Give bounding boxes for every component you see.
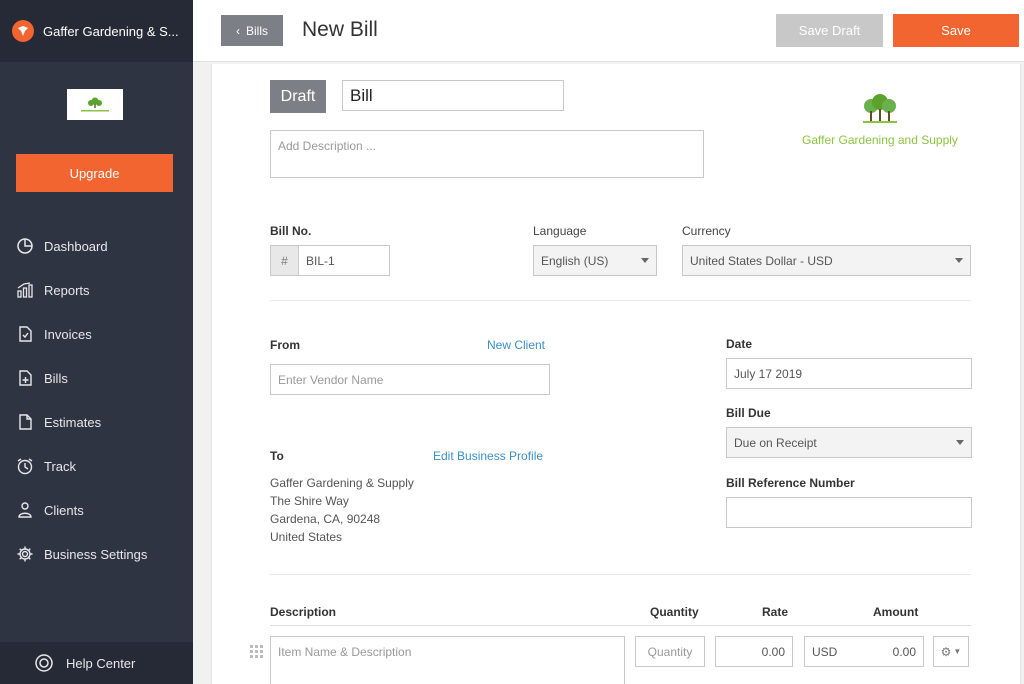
sidebar-item-bills[interactable]: Bills <box>0 356 193 400</box>
sidebar-item-label: Business Settings <box>44 546 148 562</box>
currency-label: Currency <box>682 224 731 238</box>
business-logo-thumbnail[interactable] <box>67 89 123 120</box>
date-label: Date <box>726 337 753 351</box>
sidebar-item-track[interactable]: Track <box>0 444 193 488</box>
reports-icon <box>17 282 33 298</box>
caret-down-icon: ▼ <box>953 647 962 656</box>
chevron-left-icon: ‹ <box>235 23 240 38</box>
sidebar-item-invoices[interactable]: Invoices <box>0 312 193 356</box>
bill-due-value: Due on Receipt <box>734 435 817 450</box>
sidebar-item-reports[interactable]: Reports <box>0 268 193 312</box>
topbar: ‹ Bills New Bill Save Draft Save <box>193 0 1024 62</box>
sidebar-item-label: Track <box>44 458 77 474</box>
address-line: Gaffer Gardening & Supply <box>270 476 414 490</box>
save-draft-button[interactable]: Save Draft <box>776 14 883 47</box>
status-badge: Draft <box>270 80 326 113</box>
address-line: Gardena, CA, 90248 <box>270 512 381 526</box>
bill-reference-input[interactable] <box>726 497 972 528</box>
estimates-icon <box>19 414 32 430</box>
quantity-input[interactable]: Quantity <box>635 636 705 667</box>
sidebar-item-estimates[interactable]: Estimates <box>0 400 193 444</box>
sidebar: Gaffer Gardening & S... Upgrade Dashboar… <box>0 0 193 684</box>
sidebar-item-clients[interactable]: Clients <box>0 488 193 532</box>
language-value: English (US) <box>541 253 609 268</box>
help-center-link[interactable]: Help Center <box>0 642 193 684</box>
sidebar-nav: Dashboard Reports Invoices Bills Estimat… <box>0 224 193 576</box>
from-label: From <box>270 338 300 352</box>
sidebar-item-label: Invoices <box>44 326 92 342</box>
gear-icon: ⚙ <box>940 644 952 659</box>
edit-business-profile-link[interactable]: Edit Business Profile <box>433 449 543 463</box>
column-header-quantity: Quantity <box>650 605 699 619</box>
description-textarea[interactable]: Add Description ... <box>270 130 704 178</box>
currency-select[interactable]: United States Dollar - USD <box>682 245 971 276</box>
brand-logo-icon <box>12 20 34 42</box>
sidebar-item-label: Estimates <box>44 414 102 430</box>
currency-code: USD <box>812 644 838 659</box>
date-input[interactable]: July 17 2019 <box>726 358 972 389</box>
bill-title-input[interactable]: Bill <box>342 80 564 111</box>
sidebar-item-label: Bills <box>44 370 68 386</box>
business-logo[interactable]: Gaffer Gardening and Supply <box>800 92 960 147</box>
column-header-rate: Rate <box>762 605 789 619</box>
sidebar-item-label: Clients <box>44 502 84 518</box>
address-line: United States <box>270 530 343 544</box>
bill-due-select[interactable]: Due on Receipt <box>726 427 972 458</box>
chevron-down-icon <box>641 258 649 263</box>
new-client-link[interactable]: New Client <box>487 338 545 352</box>
save-button[interactable]: Save <box>893 14 1019 47</box>
business-address: Gaffer Gardening & Supply The Shire Way … <box>270 474 414 546</box>
gear-icon <box>17 546 33 562</box>
item-description-input[interactable]: Item Name & Description <box>270 636 625 684</box>
company-name: Gaffer Gardening & S... <box>43 23 179 39</box>
help-center-label: Help Center <box>66 655 136 671</box>
bills-icon <box>19 370 32 386</box>
row-options-button[interactable]: ⚙ ▼ <box>933 636 969 667</box>
bill-reference-label: Bill Reference Number <box>726 476 855 490</box>
hash-prefix: # <box>270 245 299 276</box>
page-title: New Bill <box>302 18 378 41</box>
language-label: Language <box>533 224 587 238</box>
address-line: The Shire Way <box>270 494 349 508</box>
back-button-label: Bills <box>245 23 268 38</box>
drag-handle-icon[interactable] <box>250 645 263 658</box>
track-icon <box>17 458 33 475</box>
back-to-bills-button[interactable]: ‹ Bills <box>221 15 283 46</box>
divider <box>270 574 971 575</box>
rate-input[interactable]: 0.00 <box>715 636 793 667</box>
bill-due-label: Bill Due <box>726 406 771 420</box>
sidebar-item-label: Reports <box>44 282 90 298</box>
clients-icon <box>18 502 32 518</box>
sidebar-item-label: Dashboard <box>44 238 108 254</box>
dashboard-icon <box>17 238 33 254</box>
lifebuoy-icon <box>35 654 53 672</box>
invoices-icon <box>19 326 32 342</box>
column-header-amount: Amount <box>873 605 919 619</box>
divider <box>270 300 971 301</box>
amount-value: 0.00 <box>892 644 916 659</box>
amount-field: USD 0.00 <box>804 636 924 667</box>
tree-logo-icon <box>863 94 897 123</box>
upgrade-button[interactable]: Upgrade <box>16 154 173 192</box>
chevron-down-icon <box>955 258 963 263</box>
column-header-description: Description <box>270 605 337 619</box>
divider <box>270 625 971 626</box>
chevron-down-icon <box>956 440 964 445</box>
bill-form: Draft Bill Add Description ... Gaffer Ga… <box>211 64 1021 684</box>
main-content: Draft Bill Add Description ... Gaffer Ga… <box>193 62 1024 684</box>
currency-value: United States Dollar - USD <box>690 253 833 268</box>
sidebar-item-dashboard[interactable]: Dashboard <box>0 224 193 268</box>
to-label: To <box>270 449 284 463</box>
bill-no-label: Bill No. <box>270 224 312 238</box>
vendor-name-input[interactable]: Enter Vendor Name <box>270 364 550 395</box>
language-select[interactable]: English (US) <box>533 245 657 276</box>
bill-number-input[interactable]: BIL-1 <box>298 245 390 276</box>
sidebar-header[interactable]: Gaffer Gardening & S... <box>0 0 193 62</box>
sidebar-item-business-settings[interactable]: Business Settings <box>0 532 193 576</box>
logo-text: Gaffer Gardening and Supply <box>802 133 958 147</box>
